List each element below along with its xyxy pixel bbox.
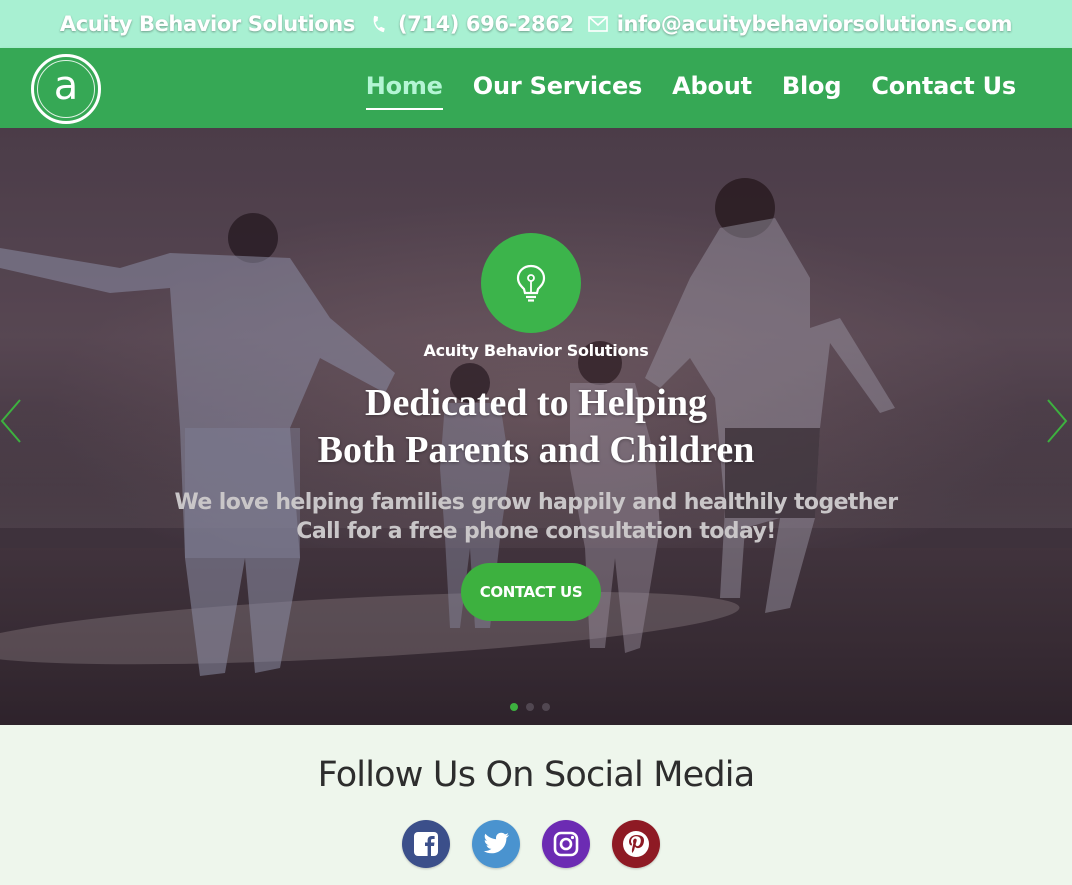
- nav-our-services[interactable]: Our Services: [473, 72, 643, 104]
- lightbulb-icon: [516, 264, 546, 302]
- envelope-icon: [587, 14, 608, 34]
- top-contact-bar: Acuity Behavior Solutions (714) 696-2862…: [0, 0, 1072, 48]
- email-address: info@acuitybehaviorsolutions.com: [616, 12, 1013, 36]
- twitter-link[interactable]: [472, 820, 520, 868]
- social-title: Follow Us On Social Media: [317, 755, 756, 795]
- social-icons: [402, 820, 682, 868]
- hero-title-line-1: Dedicated to Helping: [365, 382, 707, 424]
- main-nav: Home Our Services About Blog Contact Us: [336, 48, 1016, 128]
- social-section: Follow Us On Social Media: [0, 725, 1072, 885]
- hero-text-line-2: Call for a free phone consultation today…: [296, 519, 776, 544]
- hero-title-line-2: Both Parents and Children: [317, 429, 755, 471]
- phone-icon: [369, 14, 389, 34]
- nav-blog[interactable]: Blog: [782, 72, 842, 104]
- slider-dot-1[interactable]: [510, 703, 518, 711]
- slider-dots: [510, 703, 558, 711]
- twitter-icon: [483, 832, 509, 854]
- site-logo[interactable]: a: [31, 54, 101, 124]
- facebook-link[interactable]: [402, 820, 450, 868]
- logo-ring: a: [37, 60, 95, 118]
- site-header: a Home Our Services About Blog Contact U…: [0, 48, 1072, 128]
- hero-text-line-1: We love helping families grow happily an…: [174, 490, 899, 515]
- pinterest-link[interactable]: [612, 820, 660, 868]
- hero-subtitle: Acuity Behavior Solutions: [423, 341, 649, 360]
- hero-slider: Acuity Behavior Solutions Dedicated to H…: [0, 128, 1072, 725]
- phone-link[interactable]: (714) 696-2862: [369, 12, 574, 36]
- nav-contact-us[interactable]: Contact Us: [871, 72, 1016, 104]
- slider-dot-2[interactable]: [526, 703, 534, 711]
- company-name: Acuity Behavior Solutions: [59, 12, 355, 36]
- logo-letter: a: [53, 63, 79, 109]
- hero-description: We love helping families grow happily an…: [0, 488, 1072, 546]
- contact-us-button[interactable]: CONTACT US: [461, 563, 601, 621]
- email-link[interactable]: info@acuitybehaviorsolutions.com: [587, 12, 1013, 36]
- pinterest-icon: [623, 831, 649, 857]
- hero-badge: [481, 233, 581, 333]
- hero-title: Dedicated to Helping Both Parents and Ch…: [0, 380, 1072, 474]
- facebook-icon: [414, 832, 438, 856]
- phone-number: (714) 696-2862: [397, 12, 574, 36]
- instagram-link[interactable]: [542, 820, 590, 868]
- nav-about[interactable]: About: [672, 72, 752, 104]
- instagram-icon: [553, 831, 579, 857]
- slider-dot-3[interactable]: [542, 703, 550, 711]
- nav-home[interactable]: Home: [365, 72, 443, 110]
